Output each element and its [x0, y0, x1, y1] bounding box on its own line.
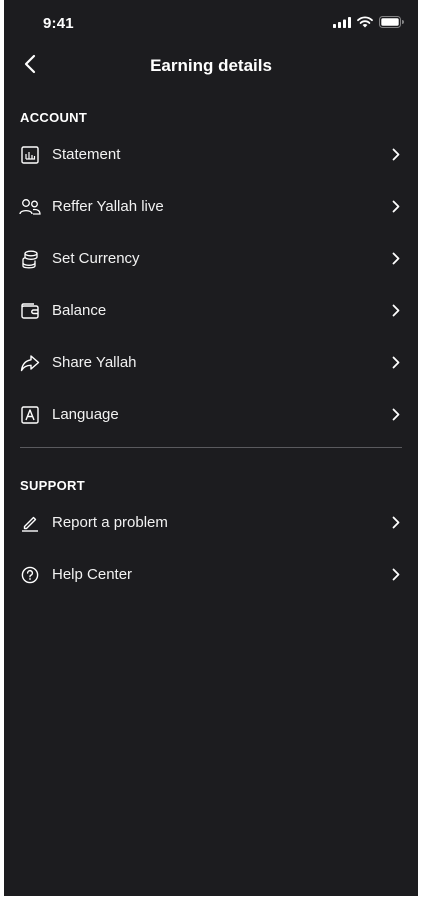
status-time: 9:41	[43, 15, 74, 32]
language-icon	[20, 405, 40, 425]
users-icon	[19, 197, 41, 217]
chevron-right-icon	[390, 302, 402, 318]
menu-item-share[interactable]: Share Yallah	[4, 337, 418, 389]
section-label-account: ACCOUNT	[20, 110, 88, 125]
wifi-icon	[357, 16, 373, 28]
chevron-right-icon	[390, 406, 402, 422]
menu-item-report-problem[interactable]: Report a problem	[4, 497, 418, 549]
menu-item-label: Share Yallah	[52, 354, 137, 371]
screen: 9:41 Earning details ACCOUNT Statement R…	[4, 0, 418, 896]
battery-icon	[379, 16, 404, 28]
account-list: Statement Reffer Yallah live Set Currenc…	[4, 129, 418, 441]
pencil-icon	[20, 513, 40, 533]
status-icons	[333, 14, 404, 30]
share-icon	[20, 353, 40, 373]
wallet-icon	[20, 301, 40, 321]
menu-item-label: Help Center	[52, 566, 133, 583]
menu-item-balance[interactable]: Balance	[4, 285, 418, 337]
chevron-right-icon	[390, 514, 402, 530]
chevron-right-icon	[390, 354, 402, 370]
cellular-signal-icon	[333, 16, 351, 28]
menu-item-label: Set Currency	[52, 250, 140, 267]
menu-item-label: Statement	[52, 146, 121, 163]
chevron-right-icon	[390, 146, 402, 162]
menu-item-label: Balance	[52, 302, 107, 319]
menu-item-statement[interactable]: Statement	[4, 129, 418, 181]
status-bar: 9:41	[4, 0, 418, 44]
menu-item-set-currency[interactable]: Set Currency	[4, 233, 418, 285]
menu-item-label: Language	[52, 406, 119, 423]
support-list: Report a problem Help Center	[4, 497, 418, 601]
section-divider	[20, 447, 402, 448]
menu-item-language[interactable]: Language	[4, 389, 418, 441]
header: Earning details	[4, 48, 418, 86]
chevron-right-icon	[390, 566, 402, 582]
menu-item-help-center[interactable]: Help Center	[4, 549, 418, 601]
statement-icon	[20, 145, 40, 165]
menu-item-refer[interactable]: Reffer Yallah live	[4, 181, 418, 233]
section-label-support: SUPPORT	[20, 478, 85, 493]
page-title: Earning details	[150, 56, 272, 75]
chevron-right-icon	[390, 250, 402, 266]
menu-item-label: Reffer Yallah live	[52, 198, 164, 215]
menu-item-label: Report a problem	[52, 514, 168, 531]
coins-icon	[20, 249, 40, 269]
chevron-right-icon	[390, 198, 402, 214]
help-icon	[20, 565, 40, 585]
